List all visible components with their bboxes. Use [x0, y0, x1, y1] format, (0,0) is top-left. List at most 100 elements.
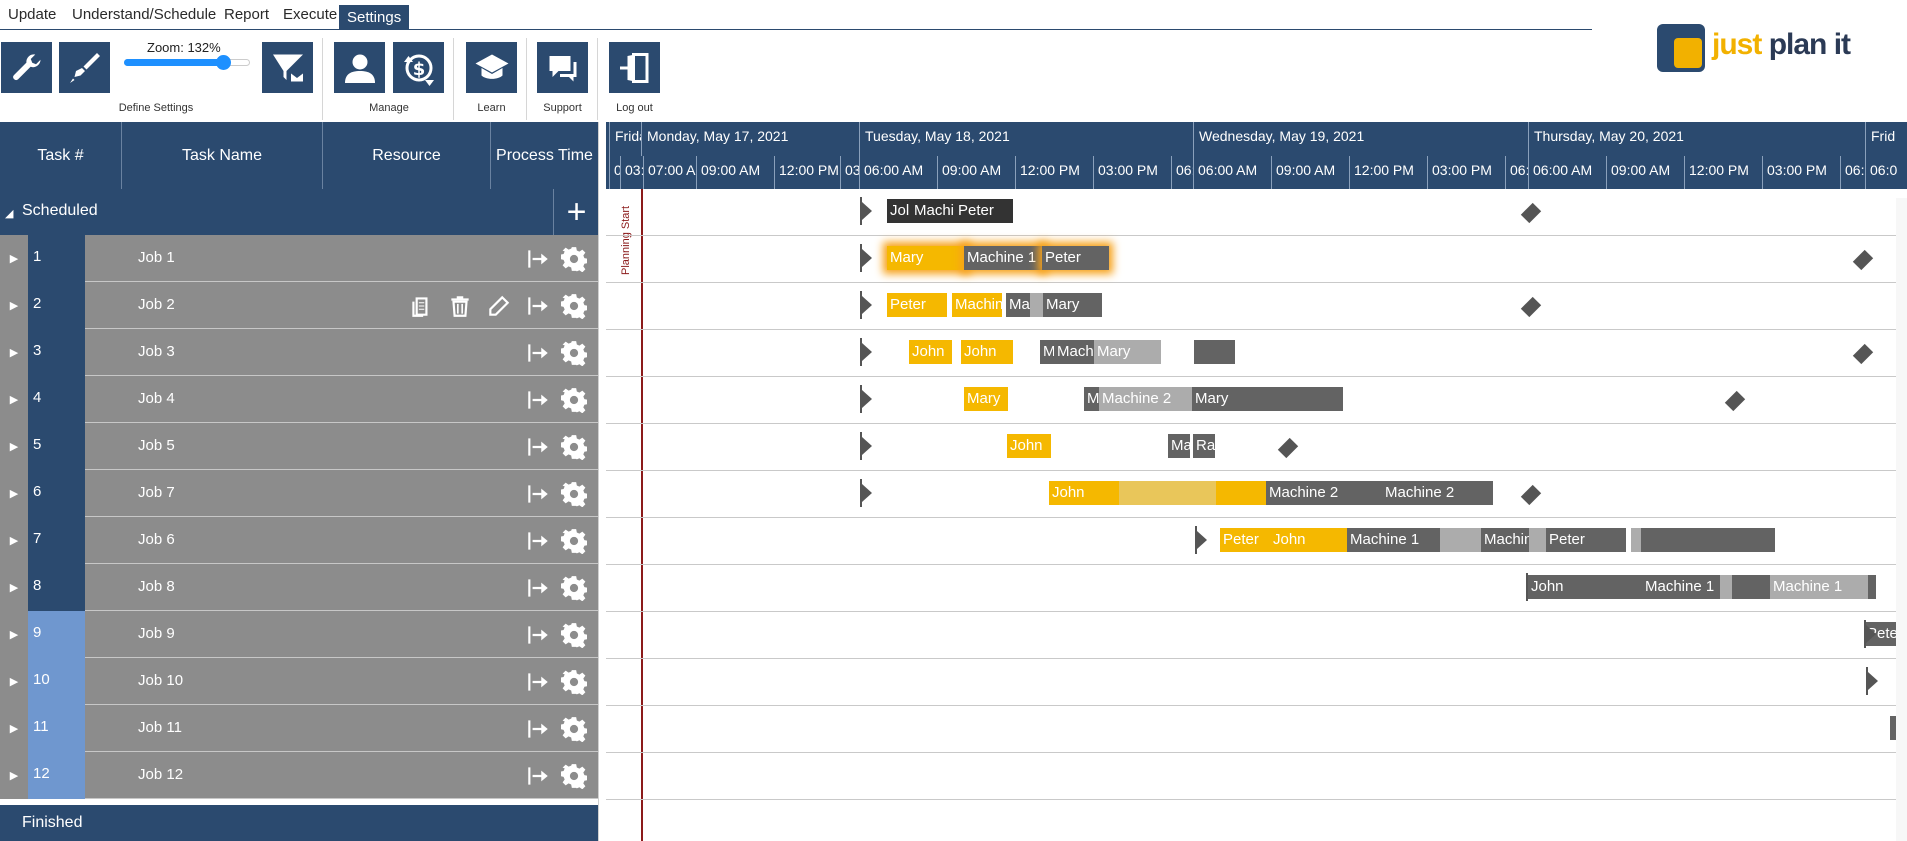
menu-update[interactable]: Update — [8, 6, 56, 23]
due-date-diamond-icon[interactable] — [1520, 202, 1542, 224]
menu-report[interactable]: Report — [224, 6, 269, 23]
gantt-task-bar[interactable]: John — [1270, 528, 1347, 552]
gantt-task-bar[interactable]: Machine 1 — [1770, 575, 1870, 599]
gear-icon[interactable] — [560, 574, 588, 602]
gantt-task-bar[interactable]: Machine 1 — [964, 246, 1044, 270]
task-row[interactable]: ▶ 3 Job 3 — [0, 329, 598, 376]
expand-row-icon[interactable]: ▶ — [0, 282, 28, 329]
gantt-task-bar[interactable]: Machine 1 — [1347, 528, 1447, 552]
expand-row-icon[interactable]: ▶ — [0, 376, 28, 423]
gantt-task-bar[interactable]: Peter — [1042, 246, 1109, 270]
due-date-diamond-icon[interactable] — [1520, 484, 1542, 506]
gantt-task-bar[interactable]: John — [1007, 434, 1051, 458]
gear-icon[interactable] — [560, 433, 588, 461]
customize-brush-button[interactable] — [59, 42, 110, 93]
move-to-start-icon[interactable] — [524, 715, 552, 743]
expand-row-icon[interactable]: ▶ — [0, 517, 28, 564]
section-scheduled[interactable]: ◢ Scheduled + — [0, 189, 598, 235]
move-to-start-icon[interactable] — [524, 574, 552, 602]
gantt-task-bar[interactable]: Mary — [964, 387, 1008, 411]
gantt-task-bar[interactable] — [1119, 481, 1216, 505]
menu-understand-schedule[interactable]: Understand/Schedule — [72, 6, 216, 23]
gantt-task-bar[interactable] — [1868, 575, 1876, 599]
support-button[interactable] — [537, 42, 588, 93]
move-to-start-icon[interactable] — [524, 527, 552, 555]
gantt-task-bar[interactable]: Mary — [1043, 293, 1102, 317]
gantt-task-bar[interactable]: John — [909, 340, 952, 364]
move-to-start-icon[interactable] — [524, 245, 552, 273]
column-header-task-number[interactable]: Task # — [0, 122, 122, 189]
task-row[interactable]: ▶ 6 Job 7 — [0, 470, 598, 517]
gear-icon[interactable] — [560, 339, 588, 367]
gantt-task-bar[interactable]: Mary — [1192, 387, 1343, 411]
task-row[interactable]: ▶ 12 Job 12 — [0, 752, 598, 799]
move-to-start-icon[interactable] — [524, 339, 552, 367]
task-row[interactable]: ▶ 2 Job 2 — [0, 282, 598, 329]
task-row[interactable]: ▶ 1 Job 1 — [0, 235, 598, 282]
logout-button[interactable] — [609, 42, 660, 93]
gantt-task-bar[interactable] — [1216, 481, 1266, 505]
gantt-task-bar[interactable] — [1720, 575, 1732, 599]
gantt-task-bar[interactable] — [1732, 575, 1770, 599]
expand-row-icon[interactable]: ▶ — [0, 423, 28, 470]
gantt-task-bar[interactable]: Peter — [887, 293, 947, 317]
due-date-diamond-icon[interactable] — [1277, 437, 1299, 459]
gear-icon[interactable] — [560, 292, 588, 320]
due-date-diamond-icon[interactable] — [1520, 296, 1542, 318]
expand-row-icon[interactable]: ▶ — [0, 705, 28, 752]
task-row[interactable]: ▶ 10 Job 10 — [0, 658, 598, 705]
move-to-start-icon[interactable] — [524, 762, 552, 790]
expand-row-icon[interactable]: ▶ — [0, 329, 28, 376]
column-header-task-name[interactable]: Task Name — [122, 122, 323, 189]
manage-costs-button[interactable]: $ — [393, 42, 444, 93]
expand-row-icon[interactable]: ▶ — [0, 611, 28, 658]
gantt-task-bar[interactable]: Machine 2 — [1266, 481, 1391, 505]
delete-icon[interactable] — [446, 292, 474, 320]
move-to-start-icon[interactable] — [524, 668, 552, 696]
gantt-task-bar[interactable]: Machine 2 — [1099, 387, 1192, 411]
gear-icon[interactable] — [560, 245, 588, 273]
expand-row-icon[interactable]: ▶ — [0, 752, 28, 799]
zoom-slider-handle[interactable] — [216, 55, 231, 70]
task-row[interactable]: ▶ 7 Job 6 — [0, 517, 598, 564]
move-to-start-icon[interactable] — [524, 292, 552, 320]
gear-icon[interactable] — [560, 762, 588, 790]
gantt-task-bar[interactable]: Machi — [911, 199, 960, 223]
gantt-task-bar[interactable]: Peter — [1546, 528, 1626, 552]
gantt-task-bar[interactable]: John — [1049, 481, 1119, 505]
gantt-task-bar[interactable] — [1030, 293, 1044, 317]
learn-button[interactable] — [466, 42, 517, 93]
menu-settings[interactable]: Settings — [339, 5, 410, 30]
column-header-resource[interactable]: Resource — [323, 122, 491, 189]
column-header-process-time[interactable]: Process Time — [491, 122, 598, 189]
expand-row-icon[interactable]: ▶ — [0, 658, 28, 705]
gantt-task-bar[interactable] — [1631, 528, 1641, 552]
gear-icon[interactable] — [560, 480, 588, 508]
gantt-task-bar[interactable]: John — [1528, 575, 1642, 599]
gantt-task-bar[interactable]: Mach — [1054, 340, 1094, 364]
gantt-task-bar[interactable]: Machin — [952, 293, 1002, 317]
gear-icon[interactable] — [560, 527, 588, 555]
gear-icon[interactable] — [560, 386, 588, 414]
task-row[interactable]: ▶ 5 Job 5 — [0, 423, 598, 470]
section-finished[interactable]: Finished — [0, 805, 598, 841]
email-settings-button[interactable] — [262, 42, 313, 93]
gear-icon[interactable] — [560, 715, 588, 743]
due-date-diamond-icon[interactable] — [1852, 249, 1874, 271]
due-date-diamond-icon[interactable] — [1852, 343, 1874, 365]
move-to-start-icon[interactable] — [524, 480, 552, 508]
gear-icon[interactable] — [560, 668, 588, 696]
task-row[interactable]: ▶ 11 Job 11 — [0, 705, 598, 752]
move-to-start-icon[interactable] — [524, 386, 552, 414]
expand-row-icon[interactable]: ▶ — [0, 235, 28, 282]
gantt-task-bar[interactable]: Ma — [1168, 434, 1190, 458]
menu-execute[interactable]: Execute — [283, 6, 337, 23]
move-to-start-icon[interactable] — [524, 433, 552, 461]
settings-wrench-button[interactable] — [1, 42, 52, 93]
move-to-start-icon[interactable] — [524, 621, 552, 649]
gantt-task-bar[interactable]: John — [961, 340, 1013, 364]
gantt-task-bar[interactable]: Ral — [1193, 434, 1215, 458]
gantt-task-bar[interactable]: Machine 2 — [1382, 481, 1493, 505]
gantt-task-bar[interactable] — [1440, 528, 1481, 552]
gantt-task-bar[interactable] — [1641, 528, 1775, 552]
